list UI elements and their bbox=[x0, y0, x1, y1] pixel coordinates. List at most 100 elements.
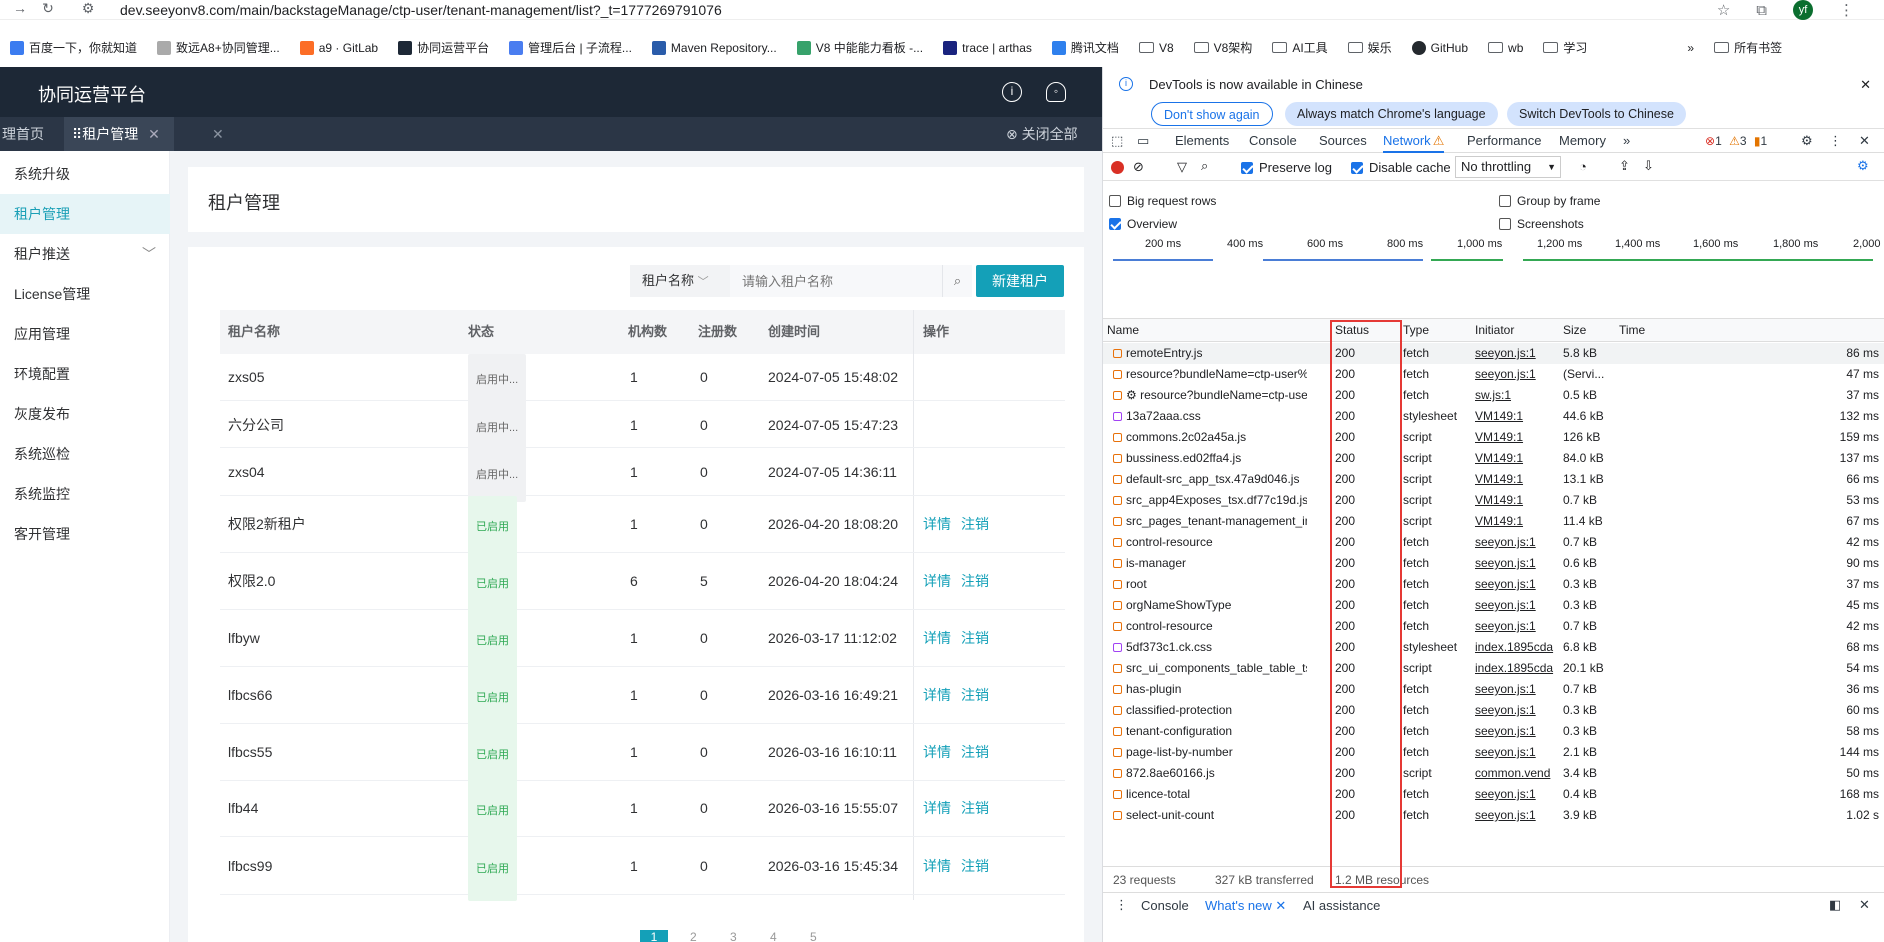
request-initiator[interactable]: seeyon.js:1 bbox=[1475, 721, 1559, 742]
request-initiator[interactable]: seeyon.js:1 bbox=[1475, 532, 1559, 553]
extensions-icon[interactable]: ⧉ bbox=[1756, 2, 1767, 19]
sidebar-item-license[interactable]: License管理 bbox=[0, 274, 170, 314]
request-initiator[interactable]: VM149:1 bbox=[1475, 406, 1559, 427]
group-by-frame-checkbox[interactable]: Group by frame bbox=[1499, 194, 1600, 208]
filter-icon[interactable]: ▽ bbox=[1177, 159, 1187, 175]
throttling-select[interactable]: No throttling ▼ bbox=[1455, 156, 1561, 178]
dont-show-again-button[interactable]: Don't show again bbox=[1151, 102, 1273, 126]
sidebar-item-gray[interactable]: 灰度发布 bbox=[0, 394, 170, 434]
bookmark-folder[interactable]: wb bbox=[1478, 41, 1533, 55]
bookmark-star-icon[interactable]: ☆ bbox=[1717, 1, 1730, 19]
request-initiator[interactable]: VM149:1 bbox=[1475, 427, 1559, 448]
filter-field-select[interactable]: 租户名称 ﹀ bbox=[630, 265, 730, 297]
url-text[interactable]: dev.seeyonv8.com/main/backstageManage/ct… bbox=[120, 0, 722, 20]
request-initiator[interactable]: common.vend bbox=[1475, 763, 1559, 784]
request-initiator[interactable]: VM149:1 bbox=[1475, 511, 1559, 532]
deregister-link[interactable]: 注销 bbox=[961, 516, 989, 532]
match-chrome-language-button[interactable]: Always match Chrome's language bbox=[1285, 102, 1498, 126]
request-initiator[interactable]: seeyon.js:1 bbox=[1475, 742, 1559, 763]
sidebar-item-monitor[interactable]: 系统监控 bbox=[0, 474, 170, 514]
request-initiator[interactable]: seeyon.js:1 bbox=[1475, 679, 1559, 700]
sidebar-item-env[interactable]: 环境配置 bbox=[0, 354, 170, 394]
bookmark-item[interactable]: V8 中能能力看板 -... bbox=[787, 39, 933, 56]
net-col-size[interactable]: Size bbox=[1563, 319, 1586, 342]
request-initiator[interactable]: seeyon.js:1 bbox=[1475, 574, 1559, 595]
switch-to-chinese-button[interactable]: Switch DevTools to Chinese bbox=[1507, 102, 1686, 126]
request-initiator[interactable]: sw.js:1 bbox=[1475, 385, 1559, 406]
net-col-initiator[interactable]: Initiator bbox=[1475, 319, 1514, 342]
request-initiator[interactable]: seeyon.js:1 bbox=[1475, 364, 1559, 385]
tab-home[interactable]: 理首页 bbox=[2, 117, 44, 151]
network-request-row[interactable]: control-resource 200 fetch seeyon.js:1 0.7 k… bbox=[1103, 532, 1884, 553]
network-request-row[interactable]: src_pages_tenant-management_in... 200 scri… bbox=[1103, 511, 1884, 532]
network-settings-icon[interactable]: ⚙ bbox=[1857, 158, 1869, 174]
bookmark-folder[interactable]: 娱乐 bbox=[1338, 39, 1402, 56]
bookmark-item[interactable]: 腾讯文档 bbox=[1042, 39, 1129, 56]
bookmark-item[interactable]: Maven Repository... bbox=[642, 40, 787, 55]
network-request-row[interactable]: src_app4Exposes_tsx.df77c19d.js 200 script… bbox=[1103, 490, 1884, 511]
network-request-row[interactable]: control-resource 200 fetch seeyon.js:1 0.7 k… bbox=[1103, 616, 1884, 637]
bookmark-folder[interactable]: V8架构 bbox=[1184, 39, 1263, 56]
network-request-row[interactable]: orgNameShowType 200 fetch seeyon.js:1 0.3 kB… bbox=[1103, 595, 1884, 616]
all-bookmarks[interactable]: 所有书签 bbox=[1704, 39, 1792, 56]
sidebar-item-inspect[interactable]: 系统巡检 bbox=[0, 434, 170, 474]
bookmark-item[interactable]: 致远A8+协同管理... bbox=[147, 39, 290, 56]
sidebar-item-tenant[interactable]: 租户管理 bbox=[0, 194, 170, 234]
tab-tenant-management[interactable]: ⠿租户管理 ✕ bbox=[64, 117, 174, 151]
preserve-log-checkbox[interactable]: Preserve log bbox=[1241, 160, 1332, 175]
close-icon[interactable]: ✕ bbox=[1275, 898, 1286, 913]
bookmark-folder[interactable]: V8 bbox=[1129, 41, 1184, 55]
network-request-row[interactable]: default-src_app_tsx.47a9d046.js 200 script… bbox=[1103, 469, 1884, 490]
network-request-row[interactable]: is-manager 200 fetch seeyon.js:1 0.6 kB 90 ms bbox=[1103, 553, 1884, 574]
drawer-tab-ai[interactable]: AI assistance bbox=[1303, 898, 1380, 913]
tab-sources[interactable]: Sources bbox=[1319, 129, 1367, 153]
request-initiator[interactable]: seeyon.js:1 bbox=[1475, 553, 1559, 574]
request-initiator[interactable]: seeyon.js:1 bbox=[1475, 343, 1559, 364]
deregister-link[interactable]: 注销 bbox=[961, 744, 989, 760]
network-request-row[interactable]: page-list-by-number 200 fetch seeyon.js:1 2.… bbox=[1103, 742, 1884, 763]
sidebar-item-apps[interactable]: 应用管理 bbox=[0, 314, 170, 354]
disable-cache-checkbox[interactable]: Disable cache bbox=[1351, 160, 1451, 175]
request-initiator[interactable]: VM149:1 bbox=[1475, 490, 1559, 511]
bookmark-item[interactable]: a9 · GitLab bbox=[290, 40, 388, 55]
reload-icon[interactable]: ↻ bbox=[28, 0, 68, 17]
clear-icon[interactable]: ⊘ bbox=[1133, 159, 1144, 175]
big-rows-checkbox[interactable]: Big request rows bbox=[1109, 194, 1216, 208]
net-col-time[interactable]: Time bbox=[1619, 319, 1645, 342]
net-col-type[interactable]: Type bbox=[1403, 319, 1429, 342]
error-count[interactable]: ⊗1 ⚠3 ▮1 bbox=[1705, 129, 1767, 153]
network-request-row[interactable]: commons.2c02a45a.js 200 script VM149:1 126 k… bbox=[1103, 427, 1884, 448]
network-request-row[interactable]: 5df373c1.ck.css 200 stylesheet index.1895cd… bbox=[1103, 637, 1884, 658]
request-initiator[interactable]: index.1895cda bbox=[1475, 637, 1559, 658]
network-request-row[interactable]: src_ui_components_table_table_ts... 200 sc… bbox=[1103, 658, 1884, 679]
more-menu-icon[interactable]: ⋮ bbox=[1829, 129, 1842, 153]
user-icon[interactable]: ◦ bbox=[1046, 82, 1066, 102]
network-request-row[interactable]: 13a72aaa.css 200 stylesheet VM149:1 44.6 kB 1… bbox=[1103, 406, 1884, 427]
site-info-icon[interactable]: ⚙ bbox=[68, 0, 108, 17]
inspect-icon[interactable]: ⬚ bbox=[1111, 129, 1123, 153]
network-request-row[interactable]: has-plugin 200 fetch seeyon.js:1 0.7 kB 36 ms bbox=[1103, 679, 1884, 700]
import-har-icon[interactable]: ⇪ bbox=[1619, 158, 1630, 174]
request-initiator[interactable]: seeyon.js:1 bbox=[1475, 784, 1559, 805]
detail-link[interactable]: 详情 bbox=[923, 687, 951, 703]
detail-link[interactable]: 详情 bbox=[923, 858, 951, 874]
sidebar-item-upgrade[interactable]: 系统升级 bbox=[0, 154, 170, 194]
detail-link[interactable]: 详情 bbox=[923, 630, 951, 646]
tab-performance[interactable]: Performance bbox=[1467, 129, 1541, 153]
detail-link[interactable]: 详情 bbox=[923, 516, 951, 532]
network-request-row[interactable]: licence-total 200 fetch seeyon.js:1 0.4 kB 16… bbox=[1103, 784, 1884, 805]
bookmark-item[interactable]: trace | arthas bbox=[933, 40, 1042, 55]
close-icon[interactable]: ✕ bbox=[212, 117, 224, 151]
deregister-link[interactable]: 注销 bbox=[961, 630, 989, 646]
network-conditions-icon[interactable]: ◔ bbox=[1579, 159, 1587, 174]
profile-avatar[interactable]: yf bbox=[1793, 0, 1813, 20]
request-initiator[interactable]: VM149:1 bbox=[1475, 448, 1559, 469]
close-icon[interactable]: ✕ bbox=[1860, 77, 1871, 93]
tab-close-icon[interactable]: ✕ bbox=[148, 126, 160, 142]
bookmark-item[interactable]: 协同运营平台 bbox=[388, 39, 499, 56]
deregister-link[interactable]: 注销 bbox=[961, 573, 989, 589]
browser-menu-icon[interactable]: ⋮ bbox=[1839, 1, 1854, 19]
detail-link[interactable]: 详情 bbox=[923, 800, 951, 816]
device-toolbar-icon[interactable]: ▭ bbox=[1137, 129, 1149, 153]
network-request-row[interactable]: root 200 fetch seeyon.js:1 0.3 kB 37 ms bbox=[1103, 574, 1884, 595]
